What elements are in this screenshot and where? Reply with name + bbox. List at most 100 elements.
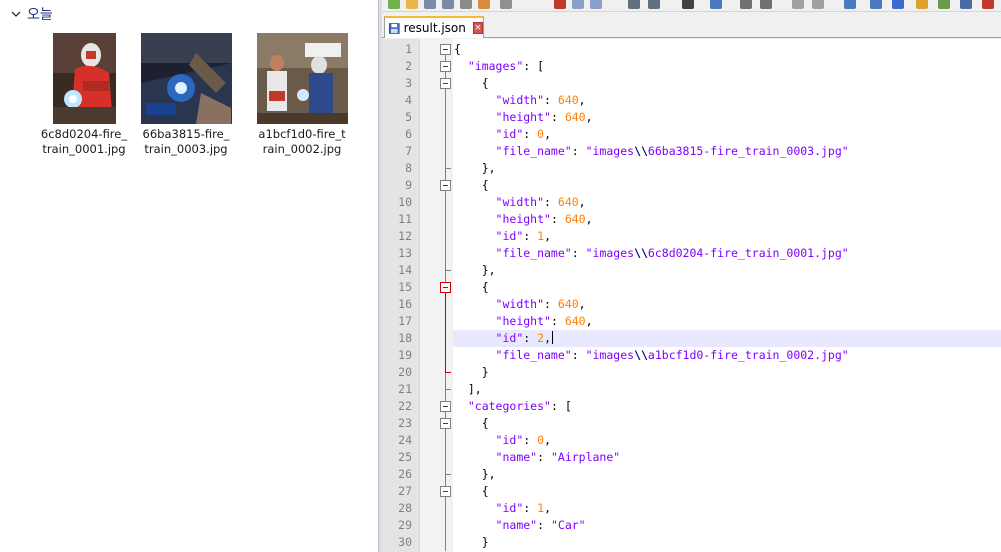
save-all-icon[interactable] [442, 0, 454, 9]
code-line[interactable]: 20 } [382, 364, 1001, 381]
file-tile[interactable]: a1bcf1d0-fire_train_0002.jpg [254, 33, 350, 157]
indent-guide-icon[interactable] [892, 0, 904, 9]
tab-close-icon[interactable]: × [472, 22, 483, 34]
fold-end-tick [445, 270, 451, 271]
fold-toggle-icon[interactable] [440, 486, 451, 497]
code-line[interactable]: 22 "categories": [ [382, 398, 1001, 415]
lang-icon[interactable] [916, 0, 928, 9]
code-line[interactable]: 5 "height": 640, [382, 109, 1001, 126]
code-line[interactable]: 25 "name": "Airplane" [382, 449, 1001, 466]
line-number: 25 [398, 450, 412, 464]
code-line[interactable]: 30 } [382, 534, 1001, 551]
line-number: 14 [398, 263, 412, 277]
code-line[interactable]: 29 "name": "Car" [382, 517, 1001, 534]
code-line[interactable]: 9 { [382, 177, 1001, 194]
code-text: { [481, 178, 489, 192]
line-number: 5 [405, 110, 412, 124]
close-icon[interactable] [460, 0, 472, 9]
code-line[interactable]: 1{ [382, 41, 1001, 58]
zoom-in-icon[interactable] [740, 0, 752, 9]
code-text: { [481, 484, 489, 498]
line-number: 30 [398, 535, 412, 549]
tab-result-json[interactable]: result.json × [384, 16, 484, 38]
line-number: 10 [398, 195, 412, 209]
code-line[interactable]: 10 "width": 640, [382, 194, 1001, 211]
code-text: "name": "Airplane" [495, 450, 621, 464]
code-line[interactable]: 2 "images": [ [382, 58, 1001, 75]
code-editor[interactable]: 1{2 "images": [3 {4 "width": 640, 5 "heig… [382, 39, 1001, 552]
code-line[interactable]: 3 { [382, 75, 1001, 92]
code-line[interactable]: 7 "file_name": "images\\66ba3815-fire_tr… [382, 143, 1001, 160]
code-line[interactable]: 27 { [382, 483, 1001, 500]
cut-icon[interactable] [554, 0, 566, 9]
code-text: { [481, 416, 489, 430]
fold-toggle-icon[interactable] [440, 180, 451, 191]
copy-icon[interactable] [572, 0, 584, 9]
code-text: "categories": [ [467, 399, 572, 413]
code-line[interactable]: 23 { [382, 415, 1001, 432]
code-text: "id": 2, [495, 331, 553, 345]
tab-label: result.json [403, 21, 466, 35]
code-line[interactable]: 6 "id": 0, [382, 126, 1001, 143]
file-tile[interactable]: 66ba3815-fire_train_0003.jpg [138, 33, 234, 157]
text-editor-window: result.json × 1{2 "images": [3 {4 "width… [382, 0, 1001, 552]
code-text: "id": 1, [495, 229, 551, 243]
redo-icon[interactable] [648, 0, 660, 9]
code-line[interactable]: 15 { [382, 279, 1001, 296]
line-number: 7 [405, 144, 412, 158]
code-text: } [481, 365, 489, 379]
line-number: 19 [398, 348, 412, 362]
function-list-icon[interactable] [960, 0, 972, 9]
print-icon[interactable] [500, 0, 512, 9]
undo-icon[interactable] [628, 0, 640, 9]
all-chars-icon[interactable] [870, 0, 882, 9]
line-number: 13 [398, 246, 412, 260]
code-line[interactable]: 12 "id": 1, [382, 228, 1001, 245]
code-text: "file_name": "images\\66ba3815-fire_trai… [495, 144, 849, 158]
code-line[interactable]: 16 "width": 640, [382, 296, 1001, 313]
find-icon[interactable] [682, 0, 694, 9]
line-number: 6 [405, 127, 412, 141]
code-line[interactable]: 14 }, [382, 262, 1001, 279]
fold-toggle-icon[interactable] [440, 418, 451, 429]
group-title: 오늘 [27, 7, 53, 23]
code-text: "images": [ [467, 59, 545, 73]
fold-toggle-icon[interactable] [440, 44, 451, 55]
fold-end-tick [445, 389, 451, 390]
code-line[interactable]: 11 "height": 640, [382, 211, 1001, 228]
sync-h-icon[interactable] [812, 0, 824, 9]
code-text: { [481, 280, 489, 294]
code-text: }, [481, 467, 496, 481]
fold-toggle-icon[interactable] [440, 282, 451, 293]
code-line[interactable]: 24 "id": 0, [382, 432, 1001, 449]
replace-icon[interactable] [710, 0, 722, 9]
save-icon[interactable] [424, 0, 436, 9]
file-tile[interactable]: 6c8d0204-fire_train_0001.jpg [36, 33, 132, 157]
code-line[interactable]: 26 }, [382, 466, 1001, 483]
record-macro-icon[interactable] [982, 0, 994, 9]
line-number: 16 [398, 297, 412, 311]
code-line[interactable]: 13 "file_name": "images\\6c8d0204-fire_t… [382, 245, 1001, 262]
paste-icon[interactable] [590, 0, 602, 9]
code-line[interactable]: 28 "id": 1, [382, 500, 1001, 517]
sync-v-icon[interactable] [792, 0, 804, 9]
code-line[interactable]: 17 "height": 640, [382, 313, 1001, 330]
code-line[interactable]: 19 "file_name": "images\\a1bcf1d0-fire_t… [382, 347, 1001, 364]
fold-toggle-icon[interactable] [440, 401, 451, 412]
fold-toggle-icon[interactable] [440, 61, 451, 72]
code-line[interactable]: 4 "width": 640, [382, 92, 1001, 109]
code-line[interactable]: 21 ], [382, 381, 1001, 398]
line-number: 26 [398, 467, 412, 481]
open-file-icon[interactable] [406, 0, 418, 9]
wrap-icon[interactable] [844, 0, 856, 9]
code-line[interactable]: 8 }, [382, 160, 1001, 177]
code-line[interactable]: 18 "id": 2, [382, 330, 1001, 347]
fold-toggle-icon[interactable] [440, 78, 451, 89]
fold-end-tick [445, 372, 451, 373]
code-text: "id": 1, [495, 501, 551, 515]
doc-map-icon[interactable] [938, 0, 950, 9]
zoom-out-icon[interactable] [760, 0, 772, 9]
close-all-icon[interactable] [478, 0, 490, 9]
group-header-today[interactable]: 오늘 [10, 4, 53, 24]
new-file-icon[interactable] [388, 0, 400, 9]
